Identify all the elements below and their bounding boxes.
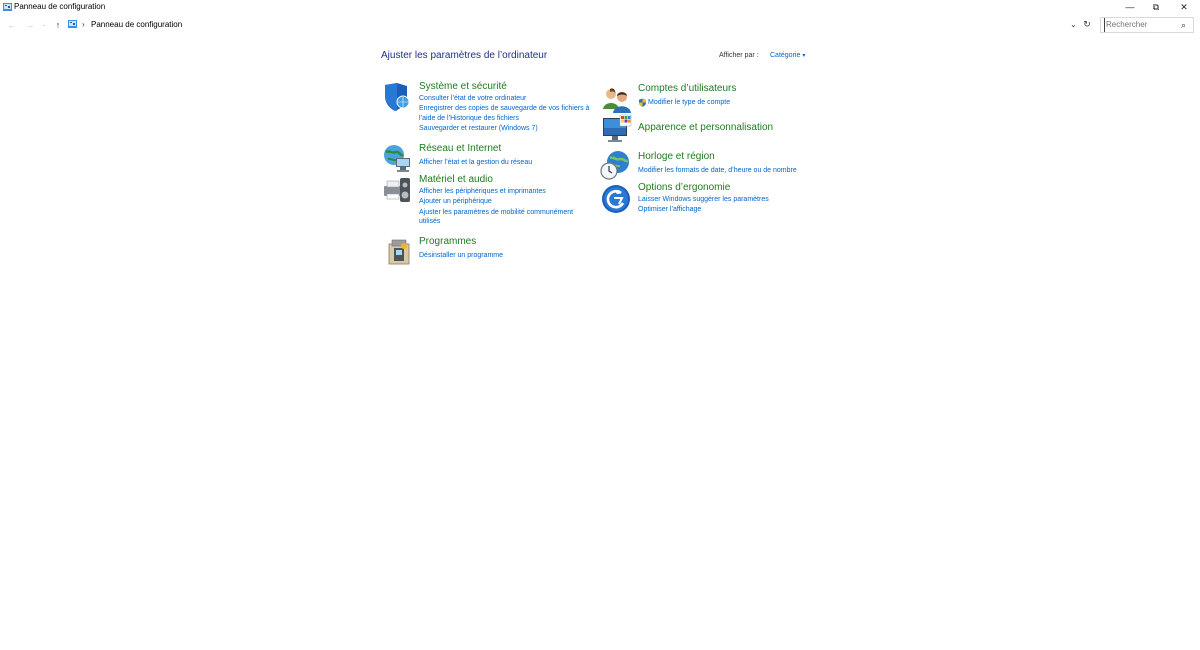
back-button[interactable]: ← [6,17,18,33]
link-check-computer-status[interactable]: Consulter l’état de votre ordinateur [419,95,526,102]
page-title: Ajuster les paramètres de l’ordinateur [381,50,548,61]
clock-globe-icon[interactable] [600,150,630,180]
address-bar[interactable]: › Panneau de configuration ⌄ [66,17,1080,32]
link-add-device[interactable]: Ajouter un périphérique [419,198,492,205]
ease-of-access-icon[interactable] [601,184,631,214]
link-optimize-display[interactable]: Optimiser l’affichage [638,206,701,213]
category-hardware-sound[interactable]: Matériel et audio [419,174,493,185]
window-title: Panneau de configuration [14,2,106,11]
up-button[interactable]: ↑ [52,17,64,33]
link-change-account-type[interactable]: Modifier le type de compte [648,99,730,106]
refresh-button[interactable]: ↻ [1081,17,1093,32]
users-icon[interactable] [602,85,632,115]
search-box[interactable]: ⌕ [1100,17,1194,33]
view-by-dropdown[interactable]: Catégorie ▾ [770,52,805,59]
shield-icon[interactable] [382,82,412,112]
link-file-history-backup-cont[interactable]: l’aide de l’Historique des fichiers [419,115,519,122]
forward-button[interactable]: → [24,17,36,33]
breadcrumb-chevron-icon[interactable]: › [82,17,85,32]
link-file-history-backup[interactable]: Enregistrer des copies de sauvegarde de … [419,105,589,112]
category-clock-region[interactable]: Horloge et région [638,151,715,162]
monitor-palette-icon[interactable] [602,114,632,144]
category-appearance[interactable]: Apparence et personnalisation [638,122,773,133]
close-button[interactable]: ✕ [1170,0,1198,14]
category-network-internet[interactable]: Réseau et Internet [419,143,501,154]
category-programs[interactable]: Programmes [419,236,476,247]
link-windows-suggest-settings[interactable]: Laisser Windows suggérer les paramètres [638,196,769,203]
link-mobility-settings-cont[interactable]: utilisés [419,218,440,225]
link-mobility-settings[interactable]: Ajuster les paramètres de mobilité commu… [419,209,573,216]
minimize-button[interactable]: — [1116,0,1144,14]
link-uninstall-program[interactable]: Désinstaller un programme [419,252,503,259]
category-ease-of-access[interactable]: Options d’ergonomie [638,182,730,193]
search-icon[interactable]: ⌕ [1181,18,1186,32]
title-bar: Panneau de configuration — ⧉ ✕ [0,0,1200,15]
breadcrumb-item[interactable]: Panneau de configuration [91,17,182,32]
view-by-value[interactable]: Catégorie [770,52,800,59]
uac-shield-icon [639,98,646,107]
control-panel-icon [3,3,12,11]
restore-button[interactable]: ⧉ [1142,0,1170,14]
link-backup-restore-win7[interactable]: Sauvegarder et restaurer (Windows 7) [419,125,538,132]
link-devices-printers[interactable]: Afficher les périphériques et imprimante… [419,188,546,195]
search-input[interactable] [1104,18,1176,32]
link-change-date-formats[interactable]: Modifier les formats de date, d’heure ou… [638,167,797,174]
programs-box-icon[interactable] [384,236,414,266]
network-globe-icon[interactable] [382,143,412,173]
link-network-status[interactable]: Afficher l’état et la gestion du réseau [419,159,532,166]
view-by-label: Afficher par : [719,52,759,59]
printer-speaker-icon[interactable] [382,175,412,205]
control-panel-icon [68,20,77,28]
address-dropdown-button[interactable]: ⌄ [1070,17,1077,32]
category-system-security[interactable]: Système et sécurité [419,81,507,92]
chevron-down-icon[interactable]: ▾ [802,53,805,59]
recent-locations-button[interactable]: ⌄ [40,17,48,33]
category-user-accounts[interactable]: Comptes d’utilisateurs [638,83,736,94]
